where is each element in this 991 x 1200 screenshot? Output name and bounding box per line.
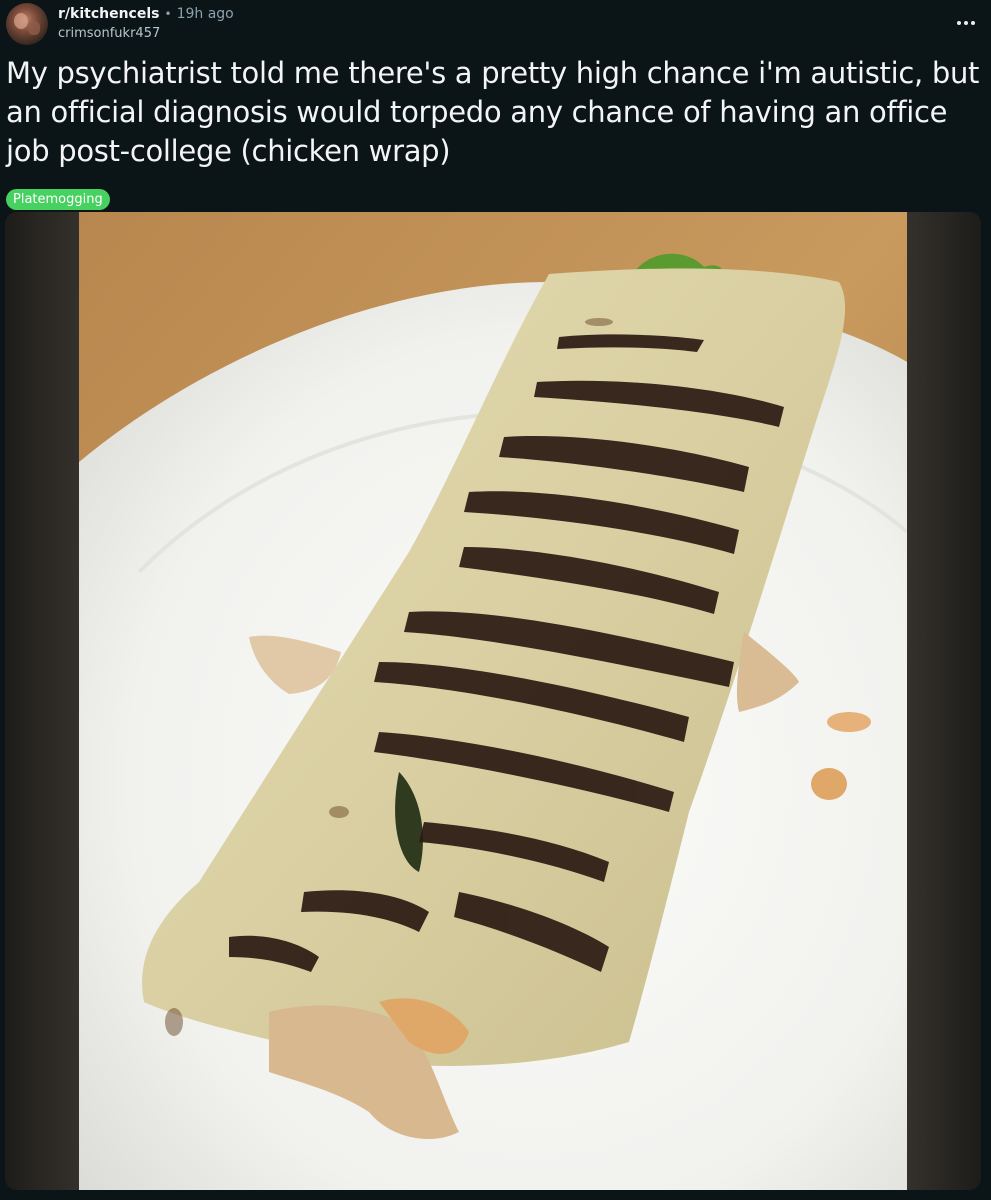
post-flair[interactable]: Platemogging xyxy=(6,189,110,210)
post-media[interactable] xyxy=(5,212,981,1190)
post-meta: r/kitchencels • 19h ago crimsonfukr457 xyxy=(6,2,234,46)
media-blur-left xyxy=(5,212,79,1190)
post-title[interactable]: My psychiatrist told me there's a pretty… xyxy=(6,54,981,171)
post-time: 19h ago xyxy=(176,6,234,22)
subreddit-avatar[interactable] xyxy=(6,3,48,45)
meta-text: r/kitchencels • 19h ago crimsonfukr457 xyxy=(58,4,234,44)
subreddit-link[interactable]: r/kitchencels xyxy=(58,4,159,24)
separator-dot: • xyxy=(164,7,172,21)
post-image[interactable] xyxy=(79,212,907,1190)
more-options-button[interactable] xyxy=(949,8,983,38)
author-link[interactable]: crimsonfukr457 xyxy=(58,24,234,44)
post-card[interactable]: r/kitchencels • 19h ago crimsonfukr457 M… xyxy=(0,0,991,1200)
ellipsis-icon xyxy=(956,21,977,25)
media-blur-right xyxy=(907,212,981,1190)
meta-top-row: r/kitchencels • 19h ago xyxy=(58,4,234,24)
